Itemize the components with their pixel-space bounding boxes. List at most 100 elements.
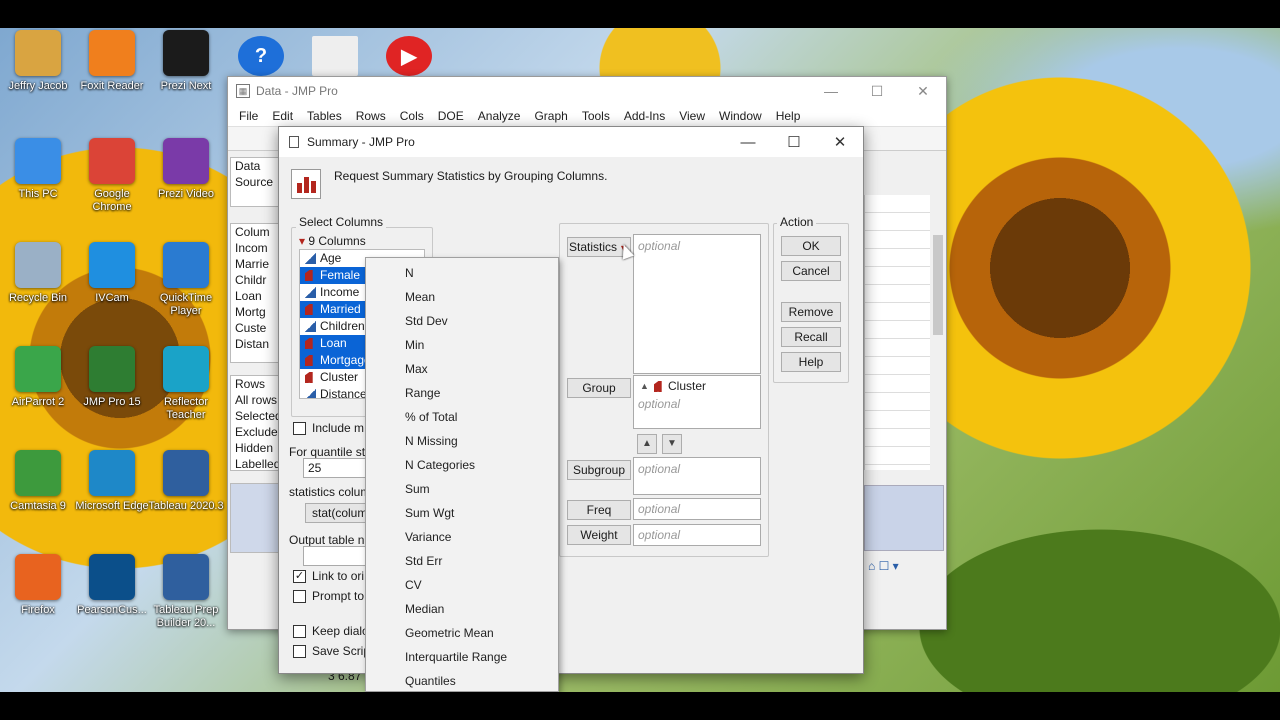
columns-panel-item[interactable]: Custe [231,320,279,336]
menu-tools[interactable]: Tools [575,109,617,123]
desktop-icon[interactable]: PearsonCus... [74,554,150,617]
freq-role-box[interactable]: optional [633,498,761,520]
stat-menu-item[interactable]: Variance [366,525,558,549]
columns-panel-item[interactable]: Childr [231,272,279,288]
columns-panel-item[interactable]: Marrie [231,256,279,272]
disclosure-triangle-icon[interactable]: ▾ [299,234,305,248]
menu-edit[interactable]: Edit [265,109,300,123]
rows-panel-item[interactable]: All rows [231,392,279,408]
columns-panel-item[interactable]: Distan [231,336,279,352]
save-script-checkbox[interactable] [293,645,306,658]
weight-role-box[interactable]: optional [633,524,761,546]
stat-menu-item[interactable]: CV [366,573,558,597]
minimize-icon[interactable]: — [725,127,771,157]
menu-doe[interactable]: DOE [431,109,471,123]
youtube-icon[interactable]: ▶ [386,36,432,76]
sort-ascending-icon[interactable]: ▲ [640,380,649,393]
quantile-input[interactable]: 25 [303,458,367,478]
data-grid-scrollbar[interactable] [930,195,946,470]
remove-button[interactable]: Remove [781,302,841,322]
stat-menu-item[interactable]: Geometric Mean [366,621,558,645]
menu-rows[interactable]: Rows [349,109,393,123]
desktop-icon[interactable]: Prezi Video [148,138,224,201]
maximize-icon[interactable]: ☐ [771,127,817,157]
group-role-item[interactable]: ▲ Cluster [638,380,756,397]
stat-menu-item[interactable]: Range [366,381,558,405]
stat-menu-item[interactable]: N Missing [366,429,558,453]
subgroup-role-box[interactable]: optional [633,457,761,495]
desktop-icon[interactable]: QuickTime Player [148,242,224,318]
stat-menu-item[interactable]: % of Total [366,405,558,429]
desktop-icon[interactable]: JMP Pro 15 [74,346,150,409]
link-original-checkbox[interactable]: ✓ [293,570,306,583]
freq-button[interactable]: Freq [567,500,631,520]
desktop-icon[interactable]: IVCam [74,242,150,305]
menu-analyze[interactable]: Analyze [471,109,528,123]
menu-window[interactable]: Window [712,109,769,123]
keep-dialog-checkbox[interactable] [293,625,306,638]
stat-menu-item[interactable]: Min [366,333,558,357]
desktop-icon[interactable]: AirParrot 2 [0,346,76,409]
rows-panel-item[interactable]: Hidden [231,440,279,456]
stat-menu-item[interactable]: N [366,261,558,285]
rows-panel-item[interactable]: Selected [231,408,279,424]
close-icon[interactable]: ✕ [817,127,863,157]
columns-panel-item[interactable]: Incom [231,240,279,256]
group-button[interactable]: Group [567,378,631,398]
menu-addins[interactable]: Add-Ins [617,109,672,123]
menu-graph[interactable]: Graph [527,109,574,123]
stat-menu-item[interactable]: Sum Wgt [366,501,558,525]
desktop-icon[interactable]: Tableau 2020.3 [148,450,224,513]
group-role-box[interactable]: ▲ Cluster optional [633,375,761,429]
table-panel-source[interactable]: Source [231,174,279,190]
weight-button[interactable]: Weight [567,525,631,545]
prompt-checkbox[interactable] [293,590,306,603]
columns-count[interactable]: ▾ 9 Columns [299,234,366,248]
desktop-icon[interactable]: Camtasia 9 [0,450,76,513]
scrollbar-thumb[interactable] [933,235,943,335]
help-icon[interactable]: ? [238,36,284,76]
cancel-button[interactable]: Cancel [781,261,841,281]
stat-menu-item[interactable]: Quantiles [366,669,558,691]
help-button[interactable]: Help [781,352,841,372]
rows-panel-item[interactable]: Excluded [231,424,279,440]
stat-menu-item[interactable]: Std Dev [366,309,558,333]
data-grid[interactable] [864,195,930,470]
subgroup-button[interactable]: Subgroup [567,460,631,480]
menu-view[interactable]: View [672,109,712,123]
document-icon[interactable] [312,36,358,76]
desktop-icon[interactable]: Recycle Bin [0,242,76,305]
menu-tables[interactable]: Tables [300,109,349,123]
desktop-icon[interactable]: Firefox [0,554,76,617]
stat-menu-item[interactable]: Sum [366,477,558,501]
columns-panel-item[interactable]: Mortg [231,304,279,320]
stat-menu-item[interactable]: N Categories [366,453,558,477]
columns-panel-item[interactable]: Loan [231,288,279,304]
rows-panel-item[interactable]: Labelled [231,456,279,472]
desktop-icon[interactable]: This PC [0,138,76,201]
close-icon[interactable]: ✕ [900,77,946,105]
stat-menu-item[interactable]: Max [366,357,558,381]
stat-menu-item[interactable]: Interquartile Range [366,645,558,669]
minimize-icon[interactable]: — [808,77,854,105]
desktop-icon[interactable]: Foxit Reader [74,30,150,93]
maximize-icon[interactable]: ☐ [854,77,900,105]
recall-button[interactable]: Recall [781,327,841,347]
stat-menu-item[interactable]: Std Err [366,549,558,573]
menu-help[interactable]: Help [769,109,808,123]
stat-menu-item[interactable]: Mean [366,285,558,309]
ok-button[interactable]: OK [781,236,841,256]
statistics-role-box[interactable]: optional [633,234,761,374]
home-icon[interactable]: ⌂ ☐ ▾ [868,559,899,573]
menu-cols[interactable]: Cols [393,109,431,123]
menu-file[interactable]: File [232,109,265,123]
desktop-icon[interactable]: Google Chrome [74,138,150,214]
move-down-icon[interactable]: ▼ [662,434,682,454]
output-table-input[interactable] [303,546,367,566]
desktop-icon[interactable]: Prezi Next [148,30,224,93]
desktop-icon[interactable]: Jeffry Jacob [0,30,76,93]
desktop-icon[interactable]: Microsoft Edge [74,450,150,513]
table-panel-data[interactable]: Data [231,158,279,174]
desktop-icon[interactable]: Tableau Prep Builder 20... [148,554,224,630]
stat-column-select[interactable]: stat(colum [305,503,369,523]
